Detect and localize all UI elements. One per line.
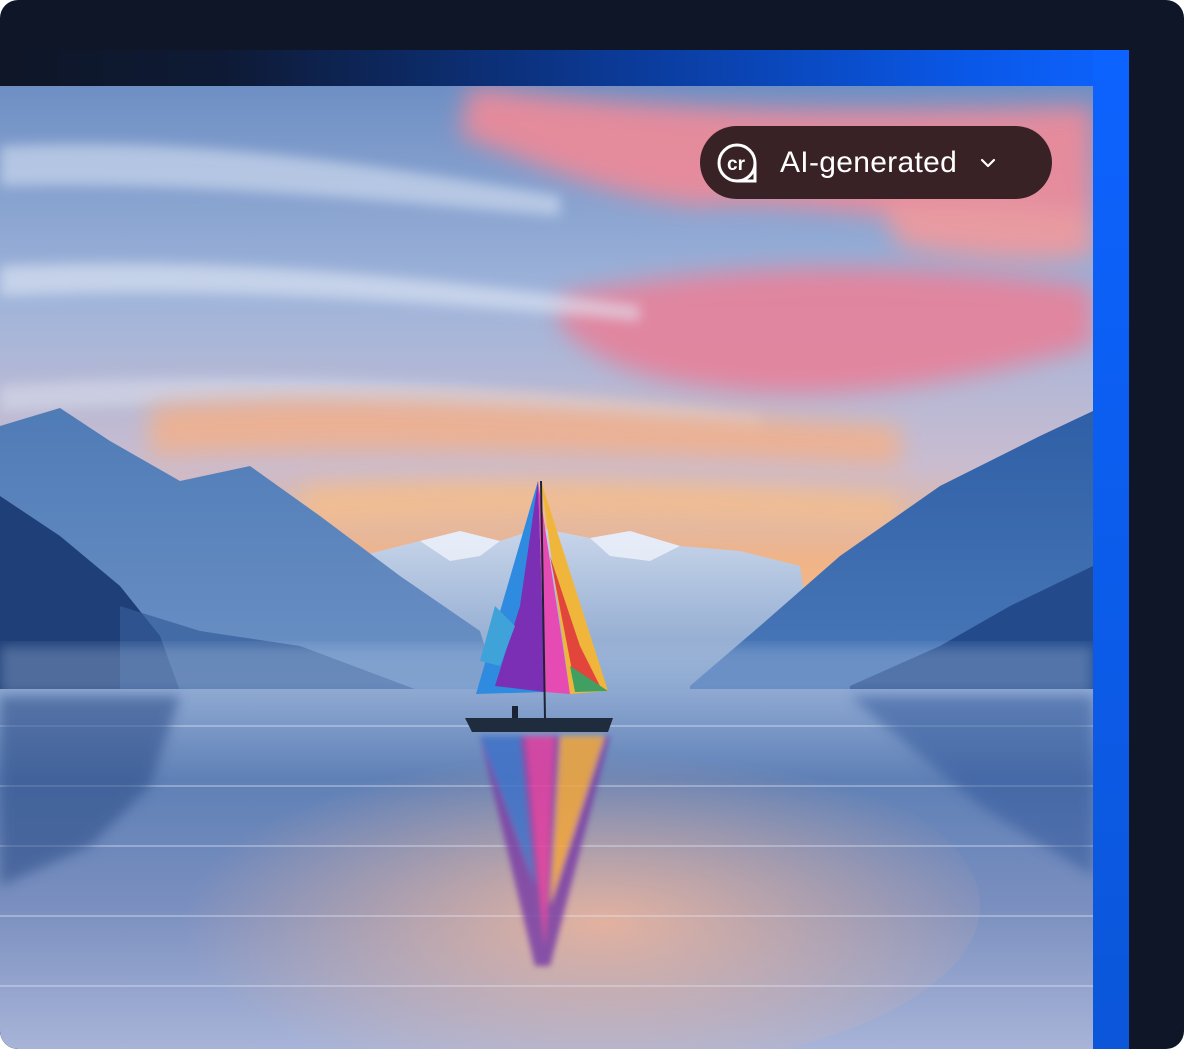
device-frame: cr AI-generated: [0, 0, 1184, 1049]
content-credentials-cr-icon: cr: [717, 143, 757, 182]
ai-generated-photo: [0, 86, 1093, 1049]
photo-illustration: [0, 86, 1093, 1049]
ai-generated-credential-badge[interactable]: cr AI-generated: [700, 126, 1052, 199]
ai-generated-label: AI-generated: [780, 145, 958, 179]
chevron-down-icon[interactable]: [979, 154, 997, 172]
svg-text:cr: cr: [727, 154, 746, 175]
